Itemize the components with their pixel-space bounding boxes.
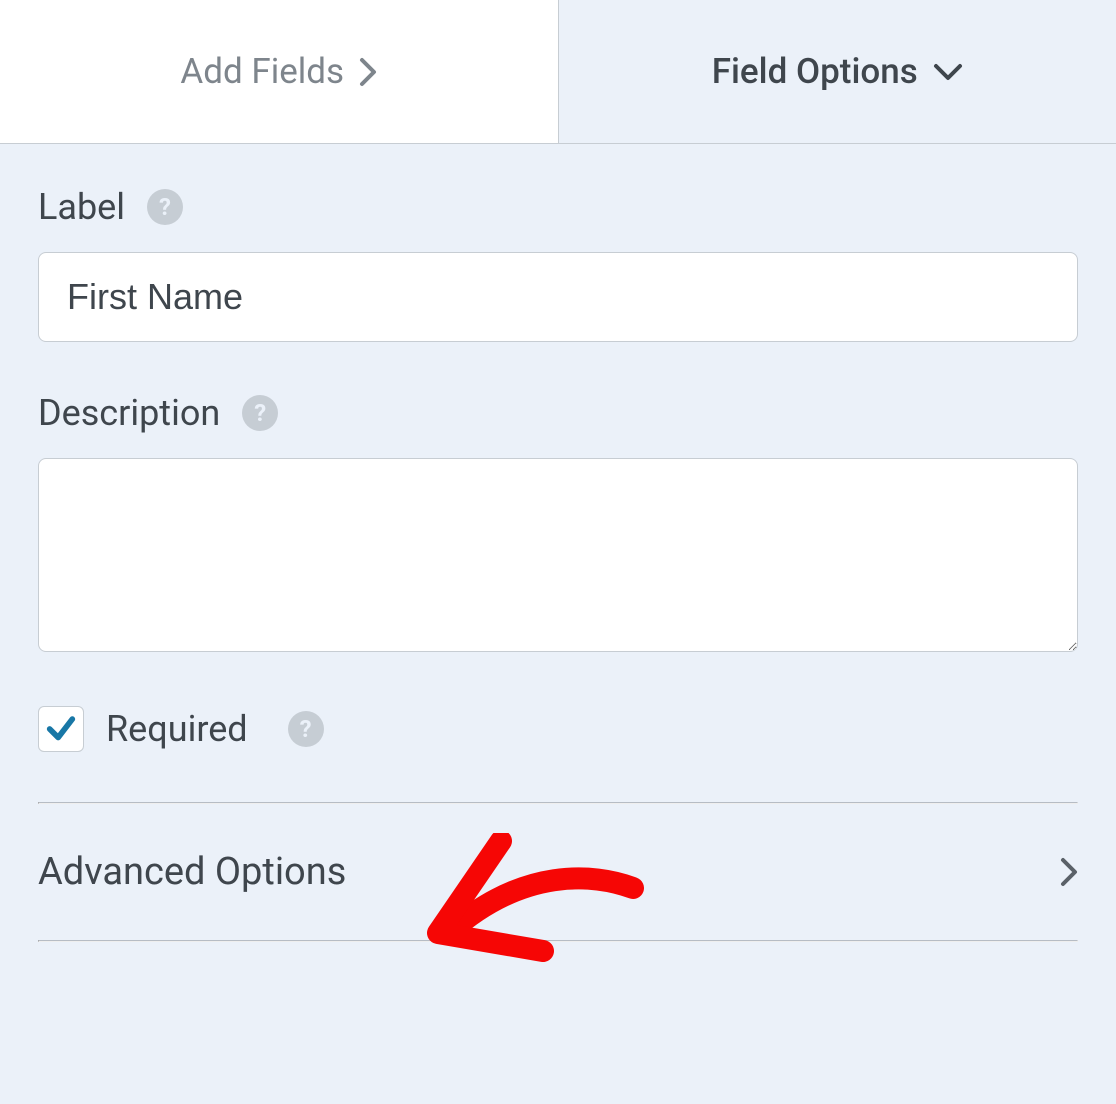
field-options-panel: Label ? Description ? Required ? Advance… <box>0 144 1116 942</box>
tab-add-fields[interactable]: Add Fields <box>0 0 559 143</box>
label-input[interactable] <box>38 252 1078 342</box>
help-icon[interactable]: ? <box>288 711 324 747</box>
chevron-right-icon <box>359 57 377 87</box>
divider <box>38 940 1078 942</box>
tab-field-options-label: Field Options <box>712 51 918 92</box>
label-field-title: Label <box>38 186 125 228</box>
required-checkbox[interactable] <box>38 706 84 752</box>
advanced-options-row[interactable]: Advanced Options <box>38 804 1078 940</box>
description-field-group: Description ? <box>38 392 1078 656</box>
required-row: Required ? <box>38 706 1078 752</box>
description-field-title: Description <box>38 392 220 434</box>
check-icon <box>44 712 78 746</box>
tab-add-fields-label: Add Fields <box>180 51 344 92</box>
help-icon[interactable]: ? <box>242 395 278 431</box>
advanced-options-title: Advanced Options <box>38 850 346 894</box>
help-icon[interactable]: ? <box>147 189 183 225</box>
description-textarea[interactable] <box>38 458 1078 652</box>
chevron-down-icon <box>933 63 963 81</box>
tab-field-options[interactable]: Field Options <box>559 0 1116 143</box>
chevron-right-icon <box>1060 857 1078 887</box>
tabs-header: Add Fields Field Options <box>0 0 1116 144</box>
label-field-group: Label ? <box>38 186 1078 342</box>
required-label: Required <box>106 708 248 750</box>
